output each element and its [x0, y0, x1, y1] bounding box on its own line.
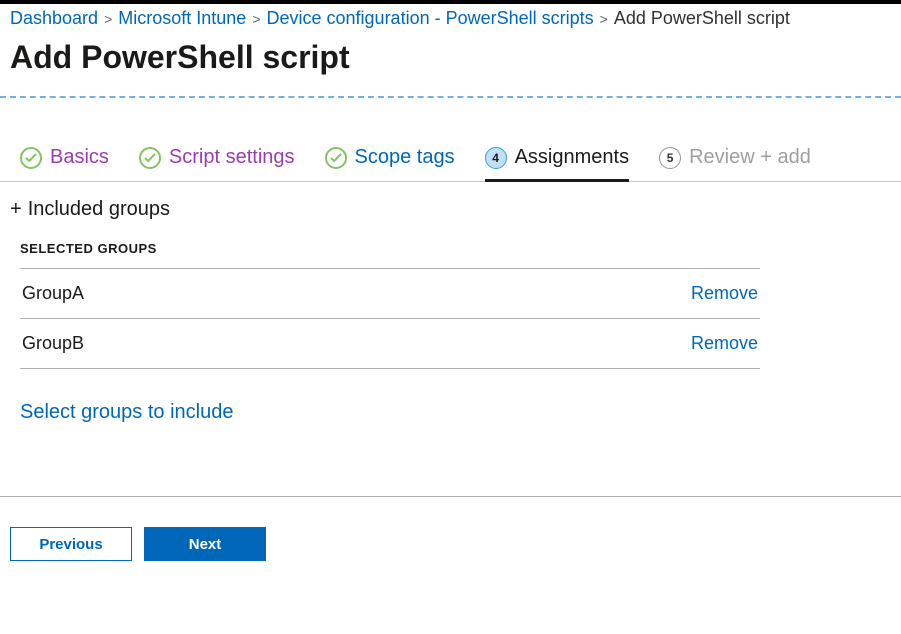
remove-button[interactable]: Remove [691, 283, 758, 304]
breadcrumb-link-intune[interactable]: Microsoft Intune [118, 8, 246, 29]
tab-assignments[interactable]: 4 Assignments [485, 146, 630, 182]
included-groups-label: Included groups [28, 198, 170, 221]
tab-label: Basics [50, 146, 109, 169]
table-row: GroupB Remove [20, 319, 760, 369]
breadcrumb: Dashboard > Microsoft Intune > Device co… [0, 4, 901, 29]
chevron-right-icon: > [104, 11, 112, 27]
selected-groups-table: GroupA Remove GroupB Remove [20, 268, 760, 369]
wizard-tabs: Basics Script settings Scope tags 4 Assi… [0, 98, 901, 182]
remove-button[interactable]: Remove [691, 333, 758, 354]
select-groups-link[interactable]: Select groups to include [20, 401, 233, 424]
chevron-right-icon: > [252, 11, 260, 27]
next-button[interactable]: Next [144, 527, 266, 561]
check-icon [139, 147, 161, 169]
group-name: GroupB [22, 333, 84, 354]
breadcrumb-current: Add PowerShell script [614, 8, 790, 29]
table-row: GroupA Remove [20, 269, 760, 319]
tab-label: Scope tags [355, 146, 455, 169]
breadcrumb-link-device-config[interactable]: Device configuration - PowerShell script… [267, 8, 594, 29]
tab-review-add: 5 Review + add [659, 146, 811, 182]
breadcrumb-link-dashboard[interactable]: Dashboard [10, 8, 98, 29]
check-icon [20, 147, 42, 169]
check-icon [325, 147, 347, 169]
previous-button[interactable]: Previous [10, 527, 132, 561]
step-number-icon: 4 [485, 147, 507, 169]
page-title: Add PowerShell script [0, 29, 901, 96]
wizard-footer: Previous Next [0, 497, 901, 591]
tab-scope-tags[interactable]: Scope tags [325, 146, 455, 182]
selected-groups-heading: SELECTED GROUPS [10, 241, 891, 268]
included-groups-toggle[interactable]: + Included groups [10, 198, 891, 241]
tab-basics[interactable]: Basics [20, 146, 109, 182]
plus-icon: + [10, 198, 22, 221]
chevron-right-icon: > [600, 11, 608, 27]
step-number-icon: 5 [659, 147, 681, 169]
tab-label: Script settings [169, 146, 295, 169]
group-name: GroupA [22, 283, 84, 304]
tab-label: Assignments [515, 146, 630, 169]
tab-label: Review + add [689, 146, 811, 169]
tab-script-settings[interactable]: Script settings [139, 146, 295, 182]
